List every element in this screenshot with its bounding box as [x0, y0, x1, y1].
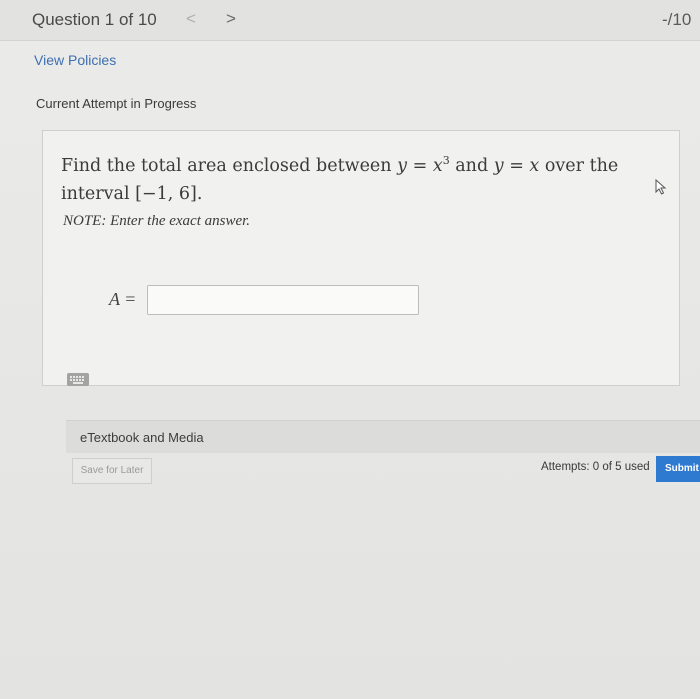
question-text-part: interval [61, 183, 136, 204]
math-var: x [432, 155, 443, 176]
page: Question 1 of 10 < > -/10 View Policies … [0, 0, 700, 699]
math-var: y [493, 155, 504, 176]
math-var: x [529, 155, 540, 176]
question-text-part: over the [539, 155, 619, 176]
score-display: -/10 [662, 10, 692, 29]
question-text-part: Find the total area enclosed between [61, 155, 398, 176]
math-interval: [−1, 6] [135, 183, 197, 204]
etextbook-media-bar[interactable]: eTextbook and Media [66, 420, 700, 453]
question-text-part: . [196, 183, 203, 204]
answer-input[interactable] [147, 285, 419, 315]
keyboard-icon[interactable] [67, 373, 89, 386]
view-policies-link[interactable]: View Policies [34, 52, 116, 68]
etextbook-media-label: eTextbook and Media [80, 430, 204, 445]
question-panel: Find the total area enclosed between y =… [42, 130, 680, 386]
top-bar: Question 1 of 10 < > -/10 [0, 0, 700, 41]
chevron-right-icon[interactable]: > [226, 9, 236, 29]
mouse-cursor-icon [655, 179, 667, 195]
attempts-counter: Attempts: 0 of 5 used [541, 461, 650, 473]
answer-label: A = [109, 289, 137, 309]
math-op: = [407, 155, 433, 176]
question-text-part: and [449, 155, 494, 176]
note-text: NOTE: Enter the exact answer. [63, 213, 251, 229]
chevron-left-icon[interactable]: < [186, 9, 196, 29]
question-text: Find the total area enclosed between y =… [61, 147, 621, 208]
save-for-later-button[interactable]: Save for Later [72, 458, 152, 484]
submit-answer-button[interactable]: Submit Answer [656, 456, 700, 482]
question-counter: Question 1 of 10 [32, 10, 157, 29]
math-var: y [397, 155, 408, 176]
math-op: = [503, 155, 530, 176]
math-exponent: 3 [442, 154, 450, 167]
attempt-heading: Current Attempt in Progress [36, 96, 197, 111]
